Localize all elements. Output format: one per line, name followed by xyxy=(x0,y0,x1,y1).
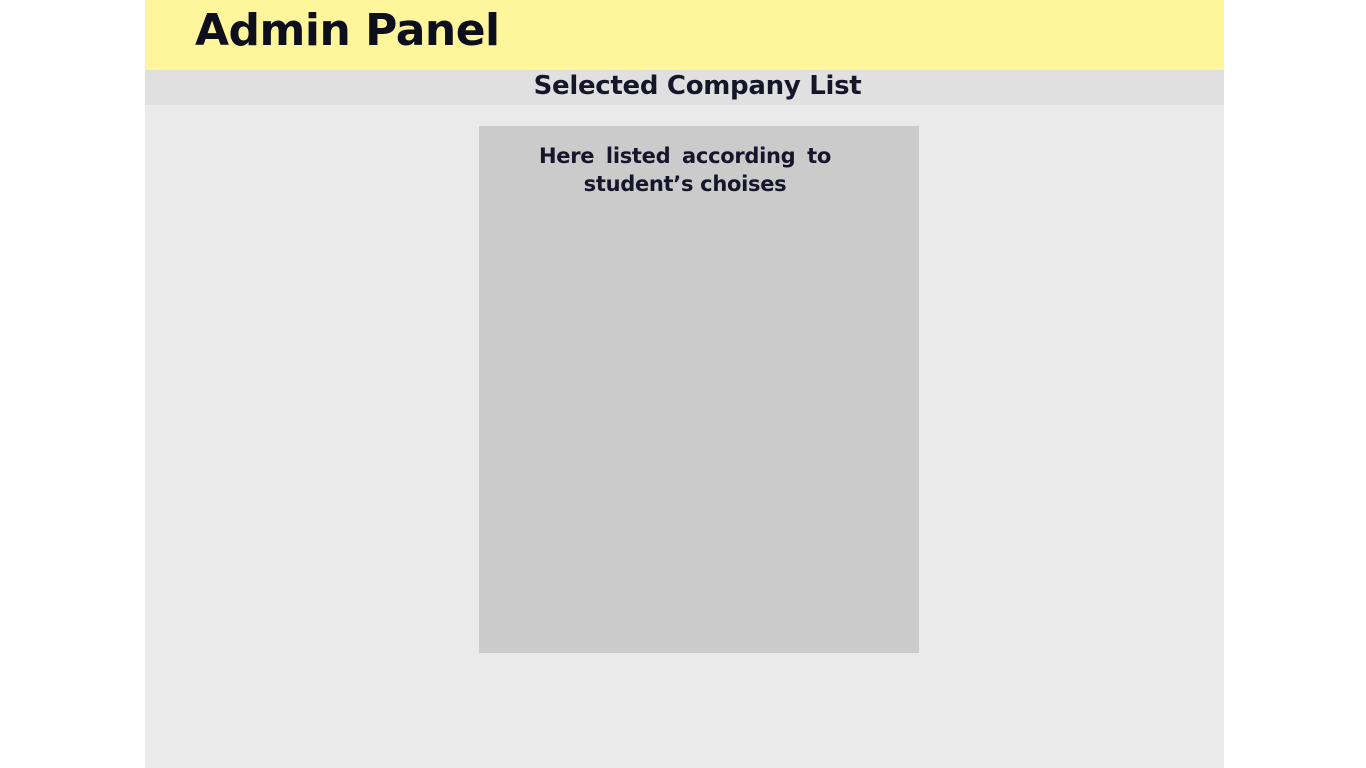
list-description: Here listed according to student’s chois… xyxy=(539,144,831,196)
app-frame: Admin Panel Selected Company List Here l… xyxy=(145,0,1224,768)
section-title: Selected Company List xyxy=(533,71,862,101)
section-header: Selected Company List xyxy=(145,70,1224,105)
company-list-panel: Here listed according to student’s chois… xyxy=(479,126,919,653)
page-title: Admin Panel xyxy=(195,5,500,56)
header-bar: Admin Panel xyxy=(145,0,1224,70)
